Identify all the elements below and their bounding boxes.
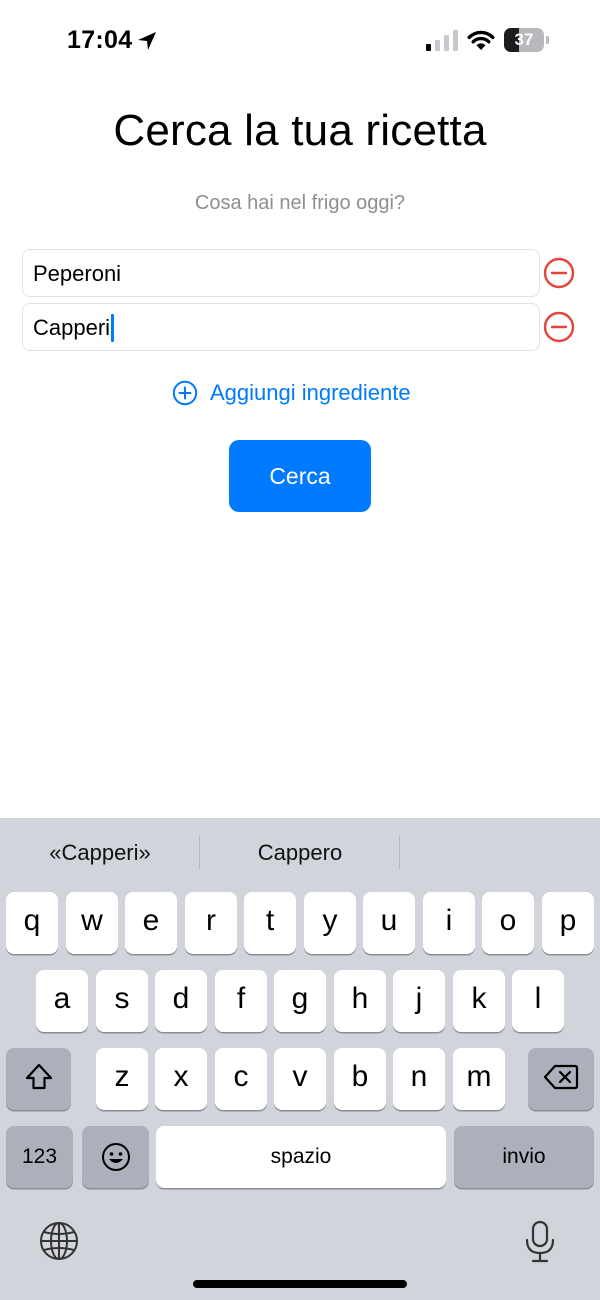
key-t[interactable]: t [244, 892, 296, 954]
key-h[interactable]: h [334, 970, 386, 1032]
text-cursor [111, 314, 115, 343]
key-z[interactable]: z [96, 1048, 148, 1110]
suggestion-bar: «Capperi» Cappero [0, 818, 600, 888]
ingredient-input[interactable]: Peperoni [22, 249, 540, 297]
key-w[interactable]: w [66, 892, 118, 954]
shift-key[interactable] [6, 1048, 71, 1110]
return-key[interactable]: invio [454, 1126, 594, 1188]
key-c[interactable]: c [215, 1048, 267, 1110]
ingredient-input-value: Peperoni [33, 261, 122, 287]
key-m[interactable]: m [453, 1048, 505, 1110]
backspace-key[interactable] [528, 1048, 594, 1110]
key-u[interactable]: u [363, 892, 415, 954]
key-d[interactable]: d [155, 970, 207, 1032]
key-l[interactable]: l [512, 970, 564, 1032]
remove-ingredient-icon[interactable] [543, 257, 575, 289]
key-j[interactable]: j [393, 970, 445, 1032]
key-k[interactable]: k [453, 970, 505, 1032]
shift-icon [25, 1063, 52, 1090]
ingredient-row: Capperi [22, 303, 578, 351]
add-ingredient-button[interactable]: Aggiungi ingrediente [172, 376, 411, 410]
ingredient-row: Peperoni [22, 249, 578, 297]
key-x[interactable]: x [155, 1048, 207, 1110]
emoji-icon [101, 1143, 130, 1171]
ingredient-input[interactable]: Capperi [22, 303, 540, 351]
battery-icon: 37 [504, 28, 550, 52]
microphone-icon[interactable] [522, 1220, 558, 1264]
status-bar: 17:04 37 [0, 0, 600, 80]
key-b[interactable]: b [334, 1048, 386, 1110]
suggestion-item[interactable]: Cappero [200, 818, 400, 888]
page-subtitle: Cosa hai nel frigo oggi? [194, 192, 406, 214]
key-a[interactable]: a [36, 970, 88, 1032]
add-ingredient-label: Aggiungi ingrediente [210, 380, 411, 405]
backspace-icon [543, 1064, 579, 1090]
status-time: 17:04 [67, 26, 133, 54]
key-r[interactable]: r [185, 892, 237, 954]
key-i[interactable]: i [423, 892, 475, 954]
key-s[interactable]: s [96, 970, 148, 1032]
plus-circle-icon [172, 380, 198, 406]
home-indicator [193, 1280, 407, 1288]
wifi-icon [467, 30, 495, 50]
key-g[interactable]: g [274, 970, 326, 1032]
battery-level-text: 37 [514, 30, 534, 49]
space-key[interactable]: spazio [156, 1126, 446, 1188]
remove-ingredient-icon[interactable] [543, 311, 575, 343]
keyboard: «Capperi» Cappero q w e r t y u i o p a … [0, 818, 600, 1300]
suggestion-item[interactable]: «Capperi» [0, 818, 200, 888]
key-n[interactable]: n [393, 1048, 445, 1110]
key-q[interactable]: q [6, 892, 58, 954]
key-v[interactable]: v [274, 1048, 326, 1110]
cellular-signal-icon [426, 30, 458, 51]
key-e[interactable]: e [125, 892, 177, 954]
key-o[interactable]: o [482, 892, 534, 954]
search-button[interactable]: Cerca [229, 440, 371, 512]
page-title: Cerca la tua ricetta [113, 106, 487, 155]
key-f[interactable]: f [215, 970, 267, 1032]
key-p[interactable]: p [542, 892, 594, 954]
globe-icon[interactable] [38, 1220, 80, 1262]
numbers-key[interactable]: 123 [6, 1126, 73, 1188]
key-y[interactable]: y [304, 892, 356, 954]
emoji-key[interactable] [82, 1126, 149, 1188]
suggestion-item[interactable] [400, 818, 600, 888]
location-arrow-icon [138, 32, 156, 50]
ingredient-input-value: Capperi [33, 315, 111, 341]
